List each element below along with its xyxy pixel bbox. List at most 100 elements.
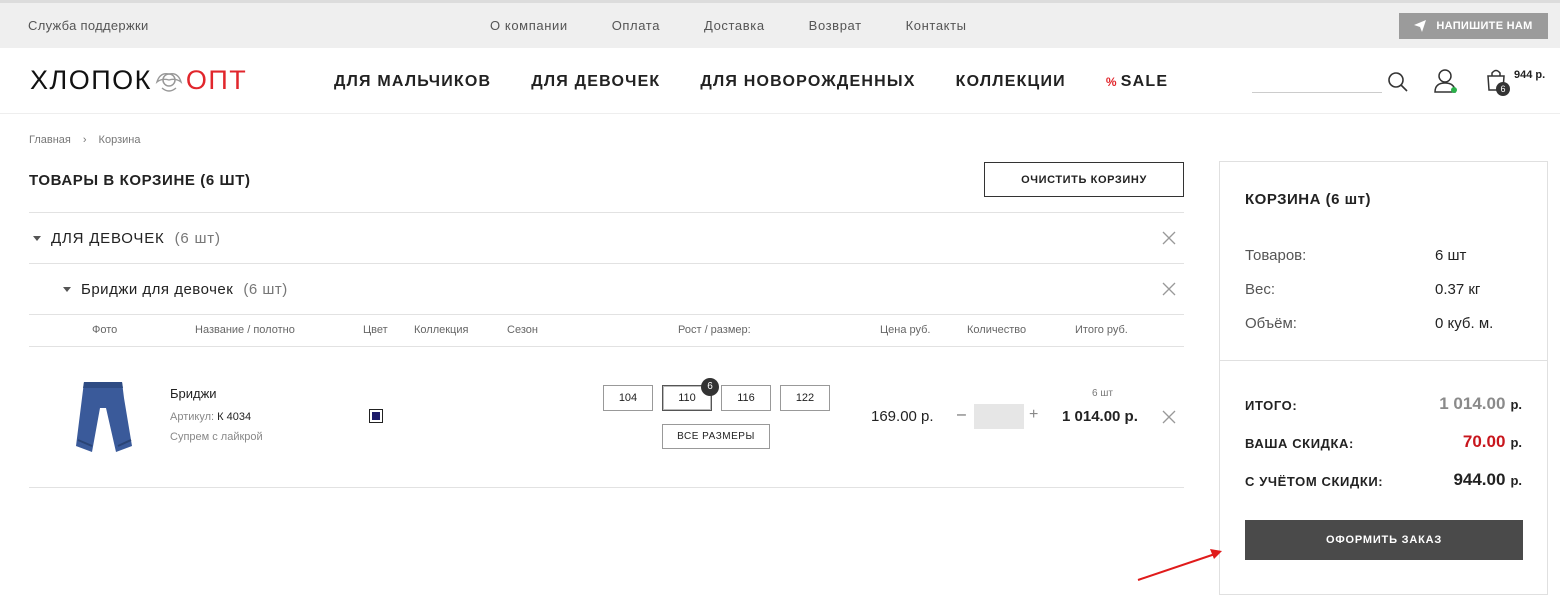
remove-subgroup-icon[interactable] bbox=[1162, 282, 1176, 296]
col-name: Название / полотно bbox=[195, 324, 295, 336]
col-quantity: Количество bbox=[967, 324, 1027, 336]
item-total-count: 6 шт bbox=[1092, 388, 1113, 399]
product-fabric: Супрем с лайкрой bbox=[170, 431, 263, 443]
nav-boys[interactable]: ДЛЯ МАЛЬЧИКОВ bbox=[334, 73, 491, 91]
col-price: Цена руб. bbox=[880, 324, 931, 336]
summary-volume-value: 0 куб. м. bbox=[1435, 315, 1494, 332]
paper-plane-icon bbox=[1414, 20, 1427, 32]
product-article: Артикул: К 4034 bbox=[170, 411, 251, 423]
summary-weight-value: 0.37 кг bbox=[1435, 281, 1481, 298]
article-value: К 4034 bbox=[217, 411, 252, 423]
summary-title: КОРЗИНА (6 шт) bbox=[1245, 191, 1371, 208]
product-name[interactable]: Бриджи bbox=[170, 386, 217, 401]
divider bbox=[1220, 360, 1547, 361]
checkout-button[interactable]: ОФОРМИТЬ ЗАКАЗ bbox=[1245, 520, 1523, 560]
sale-percent-icon: % bbox=[1105, 75, 1118, 89]
breadcrumb: Главная › Корзина bbox=[29, 134, 140, 146]
chevron-right-icon: › bbox=[82, 134, 87, 146]
col-collection: Коллекция bbox=[414, 324, 469, 336]
top-nav-contacts[interactable]: Контакты bbox=[906, 18, 967, 33]
cart-sum: 944 р. bbox=[1514, 69, 1546, 81]
main-header: ХЛОПОК ОПТ ДЛЯ МАЛЬЧИКОВ ДЛЯ ДЕВОЧЕК ДЛЯ… bbox=[0, 48, 1560, 114]
search-input[interactable] bbox=[1252, 92, 1382, 93]
breadcrumb-cart: Корзина bbox=[98, 134, 141, 146]
nav-newborn[interactable]: ДЛЯ НОВОРОЖДЕННЫХ bbox=[700, 73, 915, 91]
col-total: Итого руб. bbox=[1075, 324, 1128, 336]
final-value: 944.00 р. bbox=[1453, 470, 1522, 490]
item-price: 169.00 р. bbox=[871, 408, 934, 425]
currency: р. bbox=[1510, 473, 1522, 488]
nav-sale-label: SALE bbox=[1120, 73, 1169, 90]
site-logo[interactable]: ХЛОПОК ОПТ bbox=[30, 65, 247, 96]
item-total: 1 014.00 р. bbox=[1062, 408, 1138, 425]
subgroup-breeches[interactable]: Бриджи для девочек (6 шт) bbox=[63, 281, 288, 298]
total-amount: 1 014.00 bbox=[1439, 394, 1506, 413]
main-nav: ДЛЯ МАЛЬЧИКОВ ДЛЯ ДЕВОЧЕК ДЛЯ НОВОРОЖДЕН… bbox=[334, 73, 1168, 91]
nav-collections[interactable]: КОЛЛЕКЦИИ bbox=[956, 73, 1066, 91]
qty-decrease-button[interactable]: – bbox=[957, 406, 966, 424]
breadcrumb-home[interactable]: Главная bbox=[29, 134, 71, 146]
caret-down-icon bbox=[63, 287, 71, 292]
qty-input[interactable] bbox=[974, 404, 1024, 429]
cart-summary: КОРЗИНА (6 шт) Товаров: 6 шт Вес: 0.37 к… bbox=[1219, 161, 1548, 595]
group-name: ДЛЯ ДЕВОЧЕК bbox=[51, 230, 165, 247]
divider bbox=[29, 487, 1184, 488]
col-size: Рост / размер: bbox=[678, 324, 751, 336]
top-nav-about[interactable]: О компании bbox=[490, 18, 568, 33]
currency: р. bbox=[1510, 397, 1522, 412]
search-icon[interactable] bbox=[1387, 71, 1409, 93]
discount-label: ВАША СКИДКА: bbox=[1245, 436, 1354, 451]
final-amount: 944.00 bbox=[1453, 470, 1506, 489]
top-nav-payment[interactable]: Оплата bbox=[612, 18, 660, 33]
summary-items-label: Товаров: bbox=[1245, 247, 1307, 264]
group-count: (6 шт) bbox=[174, 230, 221, 247]
discount-amount: 70.00 bbox=[1462, 432, 1506, 451]
col-season: Сезон bbox=[507, 324, 538, 336]
all-sizes-button[interactable]: ВСЕ РАЗМЕРЫ bbox=[662, 424, 770, 449]
discount-value: 70.00 р. bbox=[1463, 432, 1522, 452]
subgroup-count: (6 шт) bbox=[243, 281, 288, 298]
size-option-116[interactable]: 116 bbox=[721, 385, 771, 411]
final-label: С УЧЁТОМ СКИДКИ: bbox=[1245, 474, 1384, 489]
divider bbox=[29, 212, 1184, 213]
summary-weight-label: Вес: bbox=[1245, 281, 1276, 298]
support-link[interactable]: Служба поддержки bbox=[28, 18, 149, 33]
top-nav-delivery[interactable]: Доставка bbox=[704, 18, 765, 33]
total-value: 1 014.00 р. bbox=[1439, 394, 1522, 414]
total-label: ИТОГО: bbox=[1245, 398, 1298, 413]
cart-count-badge: 6 bbox=[1496, 82, 1510, 96]
logo-text-right: ОПТ bbox=[185, 65, 248, 95]
size-option-104[interactable]: 104 bbox=[603, 385, 653, 411]
color-swatch bbox=[369, 409, 383, 423]
top-nav: О компании Оплата Доставка Возврат Конта… bbox=[490, 18, 967, 33]
col-photo: Фото bbox=[92, 324, 118, 336]
user-icon[interactable] bbox=[1433, 68, 1459, 94]
qty-increase-button[interactable]: + bbox=[1029, 406, 1038, 424]
nav-girls[interactable]: ДЛЯ ДЕВОЧЕК bbox=[531, 73, 660, 91]
logo-text-left: ХЛОПОК bbox=[30, 65, 152, 95]
size-option-122[interactable]: 122 bbox=[780, 385, 830, 411]
top-bar: Служба поддержки О компании Оплата Доста… bbox=[0, 0, 1560, 48]
summary-volume-label: Объём: bbox=[1245, 315, 1297, 332]
write-us-button[interactable]: НАПИШИТЕ НАМ bbox=[1399, 13, 1548, 39]
page-title: ТОВАРЫ В КОРЗИНЕ (6 ШТ) bbox=[29, 172, 251, 189]
remove-group-icon[interactable] bbox=[1162, 231, 1176, 245]
divider bbox=[29, 346, 1184, 347]
remove-item-icon[interactable] bbox=[1162, 410, 1176, 424]
divider bbox=[29, 314, 1184, 315]
write-us-label: НАПИШИТЕ НАМ bbox=[1436, 20, 1533, 32]
size-count-badge: 6 bbox=[701, 378, 719, 396]
cotton-flower-icon bbox=[155, 72, 183, 92]
divider bbox=[29, 263, 1184, 264]
top-nav-return[interactable]: Возврат bbox=[809, 18, 862, 33]
red-arrow-annotation bbox=[1137, 549, 1222, 581]
nav-sale[interactable]: % SALE bbox=[1106, 73, 1168, 91]
summary-items-value: 6 шт bbox=[1435, 247, 1467, 264]
currency: р. bbox=[1510, 435, 1522, 450]
caret-down-icon bbox=[33, 236, 41, 241]
article-label: Артикул: bbox=[170, 411, 215, 423]
col-color: Цвет bbox=[363, 324, 388, 336]
product-photo[interactable] bbox=[70, 378, 140, 456]
clear-cart-button[interactable]: ОЧИСТИТЬ КОРЗИНУ bbox=[984, 162, 1184, 197]
group-girls[interactable]: ДЛЯ ДЕВОЧЕК (6 шт) bbox=[33, 230, 221, 247]
